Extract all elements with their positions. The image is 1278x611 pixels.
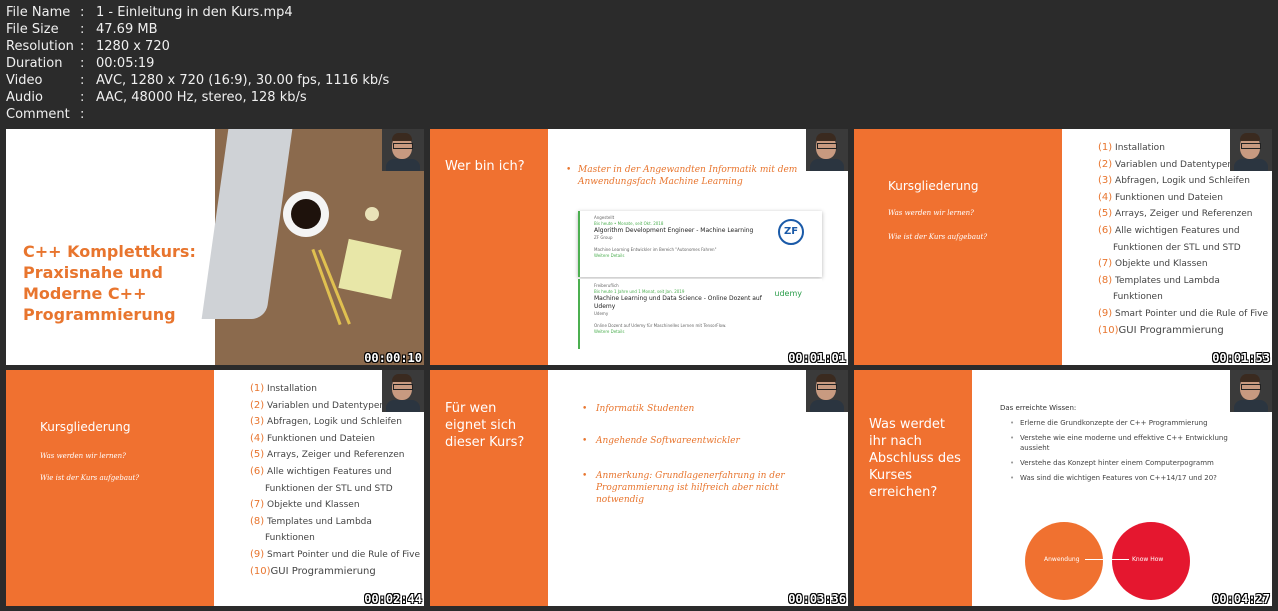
bullet: • Anmerkung: Grundlagenerfahrung in der P… — [582, 471, 785, 505]
timestamp: 00:02:44 — [364, 592, 422, 606]
thumbnail-6[interactable]: Was werdet ihr nach Abschluss des Kurses… — [854, 370, 1272, 606]
list-item: (8) Templates und Lambda — [1098, 274, 1220, 286]
list-item: (4) Funktionen und Dateien — [250, 432, 375, 444]
slide-title: Kursgliederung — [40, 420, 131, 434]
list-item: (10)GUI Programmierung — [250, 565, 376, 577]
timestamp: 00:03:36 — [788, 592, 846, 606]
thumbnail-1[interactable]: C++ Komplettkurs: Praxisnahe und Moderne… — [6, 129, 424, 365]
list-item: (9) Smart Pointer und die Rule of Five — [1098, 307, 1269, 319]
webcam-overlay — [806, 129, 848, 171]
list-item: (5) Arrays, Zeiger und Referenzen — [1098, 208, 1253, 220]
cup-image — [283, 191, 329, 237]
list-item: (7) Objekte und Klassen — [1098, 258, 1208, 270]
list-item: (10)GUI Programmierung — [1098, 324, 1224, 336]
list-item: (3) Abfragen, Logik und Schleifen — [250, 416, 402, 428]
flower-image — [365, 207, 379, 221]
side-panel — [854, 129, 1062, 365]
list-item: Funktionen — [1113, 292, 1163, 303]
list-item: (7) Objekte und Klassen — [250, 499, 360, 511]
file-info-row: Duration:00:05:19 — [6, 56, 155, 71]
thumbnail-3[interactable]: Kursgliederung Was werden wir lernen? Wi… — [854, 129, 1272, 365]
pencil-image — [311, 248, 342, 326]
list-item: Funktionen der STL und STD — [265, 483, 393, 494]
slide-title: Was werdet ihr nach Abschluss des Kurses… — [869, 417, 961, 500]
list-item: (9) Smart Pointer und die Rule of Five — [250, 548, 421, 560]
bullet-dot-icon: • — [582, 471, 588, 481]
list-item: (3) Abfragen, Logik und Schleifen — [1098, 175, 1250, 187]
list-item: (8) Templates und Lambda — [250, 515, 372, 527]
webcam-overlay — [1230, 370, 1272, 412]
list-item: • Verstehe das Konzept hinter einem Compu… — [1010, 459, 1214, 467]
list-item: • Was sind die wichtigen Features von C++… — [1010, 474, 1217, 482]
file-info-row: Audio: AAC, 48000 Hz, stereo, 128 kb/s — [6, 90, 307, 105]
bullet: • Informatik Studenten — [582, 404, 695, 414]
side-panel — [6, 370, 214, 606]
webcam-overlay — [382, 370, 424, 412]
thumbnail-5[interactable]: Für wen eignet sich dieser Kurs? • Inform… — [430, 370, 848, 606]
webcam-overlay — [382, 129, 424, 171]
list-item: (6) Alle wichtigen Features und — [250, 465, 392, 477]
slide-title: Für wen eignet sich dieser Kurs? — [445, 401, 525, 450]
job-card: Angestellt Bis heute • Monate, seit Okt.… — [578, 211, 822, 277]
arrow-icon — [1085, 559, 1129, 560]
file-info-row: Video: AVC, 1280 x 720 (16:9), 30.00 fps,… — [6, 73, 390, 88]
timestamp: 00:04:27 — [1212, 592, 1270, 606]
file-info: File Name:1 - Einleitung in den Kurs.mp4… — [6, 4, 389, 123]
bullet: • Master in der Angewandten Informatik mi… — [566, 165, 798, 187]
webcam-overlay — [1230, 129, 1272, 171]
thumbnail-4[interactable]: Kursgliederung Was werden wir lernen? Wi… — [6, 370, 424, 606]
timestamp: 00:00:10 — [364, 351, 422, 365]
list-item: (5) Arrays, Zeiger und Referenzen — [250, 449, 405, 461]
file-info-row: Resolution:1280 x 720 — [6, 39, 170, 54]
bullet-dot-icon: • — [566, 165, 572, 175]
knowledge-list: • Erlerne die Grundkonzepte der C++ Progr… — [1010, 418, 1235, 483]
bullet-dot-icon: • — [582, 436, 588, 446]
udemy-logo-icon: udemy — [774, 289, 802, 298]
bullet-dot-icon: • — [582, 404, 588, 414]
list-item: Funktionen der STL und STD — [1113, 242, 1241, 253]
sticky-note-image — [338, 238, 402, 300]
timestamp: 00:01:53 — [1212, 351, 1270, 365]
file-info-row: File Name:1 - Einleitung in den Kurs.mp4 — [6, 5, 293, 20]
webcam-overlay — [806, 370, 848, 412]
list-item: • Verstehe wie eine moderne und effektive… — [1010, 434, 1228, 452]
list-item: (4) Funktionen und Dateien — [1098, 191, 1223, 203]
zf-logo-icon: ZF — [778, 219, 804, 245]
job-card: Freiberuflich Bis heute 1 Jahre und 1 Mo… — [578, 279, 822, 349]
thumbnail-2[interactable]: Wer bin ich? • Master in der Angewandten … — [430, 129, 848, 365]
list-item: (6) Alle wichtigen Features und — [1098, 224, 1240, 236]
slide-title: Kursgliederung — [888, 179, 979, 193]
list-item: • Erlerne die Grundkonzepte der C++ Progr… — [1010, 419, 1208, 427]
bullet: • Angehende Softwareentwickler — [582, 436, 740, 446]
slide-title: Wer bin ich? — [445, 159, 525, 174]
file-info-row: File Size:47.69 MB — [6, 22, 158, 37]
course-title: C++ Komplettkurs: Praxisnahe und Moderne… — [23, 242, 196, 324]
laptop-image — [201, 129, 293, 319]
file-info-row: Comment: — [6, 107, 85, 122]
timestamp: 00:01:01 — [788, 351, 846, 365]
list-item: Funktionen — [265, 533, 315, 544]
